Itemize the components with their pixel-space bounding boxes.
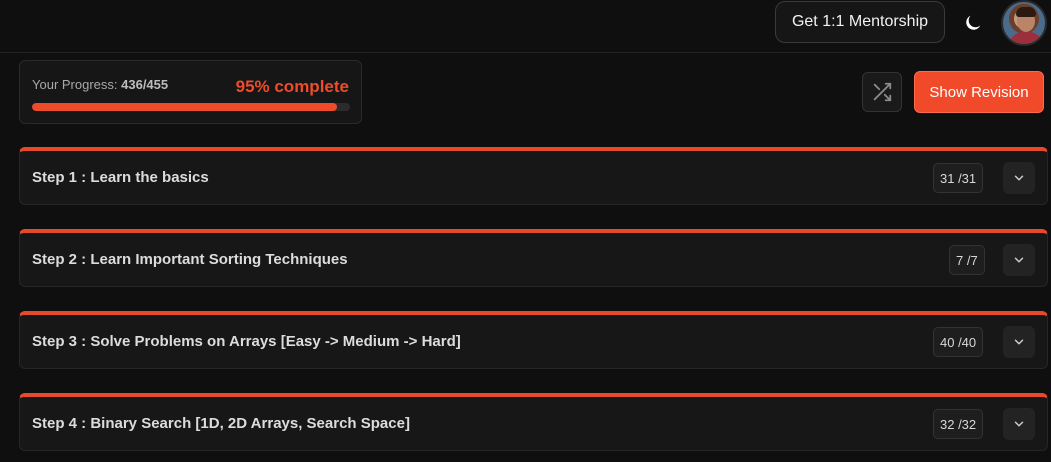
step-count-badge: 32 /32 [933, 409, 984, 439]
avatar-shirt [1009, 32, 1043, 44]
expand-button[interactable] [1003, 408, 1035, 440]
progress-count: 436/455 [121, 77, 169, 92]
step-accordion-3[interactable]: Step 3 : Solve Problems on Arrays [Easy … [19, 311, 1048, 369]
progress-label-prefix: Your Progress: [32, 77, 122, 92]
step-accordion-2[interactable]: Step 2 : Learn Important Sorting Techniq… [19, 229, 1048, 287]
step-count-badge: 7 /7 [949, 245, 985, 275]
mentorship-button[interactable]: Get 1:1 Mentorship [775, 1, 945, 43]
show-revision-button[interactable]: Show Revision [914, 71, 1044, 113]
step-title: Step 4 : Binary Search [1D, 2D Arrays, S… [32, 415, 410, 432]
chevron-down-icon [1014, 257, 1024, 263]
shuffle-icon [873, 82, 892, 102]
step-title: Step 3 : Solve Problems on Arrays [Easy … [32, 333, 461, 350]
progress-label: Your Progress: 436/455 [32, 77, 168, 92]
step-title: Step 1 : Learn the basics [32, 169, 209, 186]
progress-card: Your Progress: 436/455 95% complete [19, 60, 362, 124]
chevron-down-icon [1014, 175, 1024, 181]
progress-bar-fill [32, 103, 337, 111]
expand-button[interactable] [1003, 162, 1035, 194]
chevron-down-icon [1014, 421, 1024, 427]
top-bar: Get 1:1 Mentorship [0, 0, 1051, 53]
step-accordion-4[interactable]: Step 4 : Binary Search [1D, 2D Arrays, S… [19, 393, 1048, 451]
expand-button[interactable] [1003, 326, 1035, 358]
moon-icon[interactable] [960, 10, 986, 36]
chevron-down-icon [1014, 339, 1024, 345]
step-count-badge: 31 /31 [933, 163, 984, 193]
expand-button[interactable] [1003, 244, 1035, 276]
user-avatar[interactable] [1001, 0, 1047, 46]
shuffle-button[interactable] [862, 72, 902, 112]
progress-bar [32, 103, 350, 111]
avatar-hair [1016, 7, 1036, 17]
step-title: Step 2 : Learn Important Sorting Techniq… [32, 251, 348, 268]
step-accordion-1[interactable]: Step 1 : Learn the basics 31 /31 [19, 147, 1048, 205]
progress-percent: 95% complete [235, 77, 349, 96]
step-count-badge: 40 /40 [933, 327, 984, 357]
